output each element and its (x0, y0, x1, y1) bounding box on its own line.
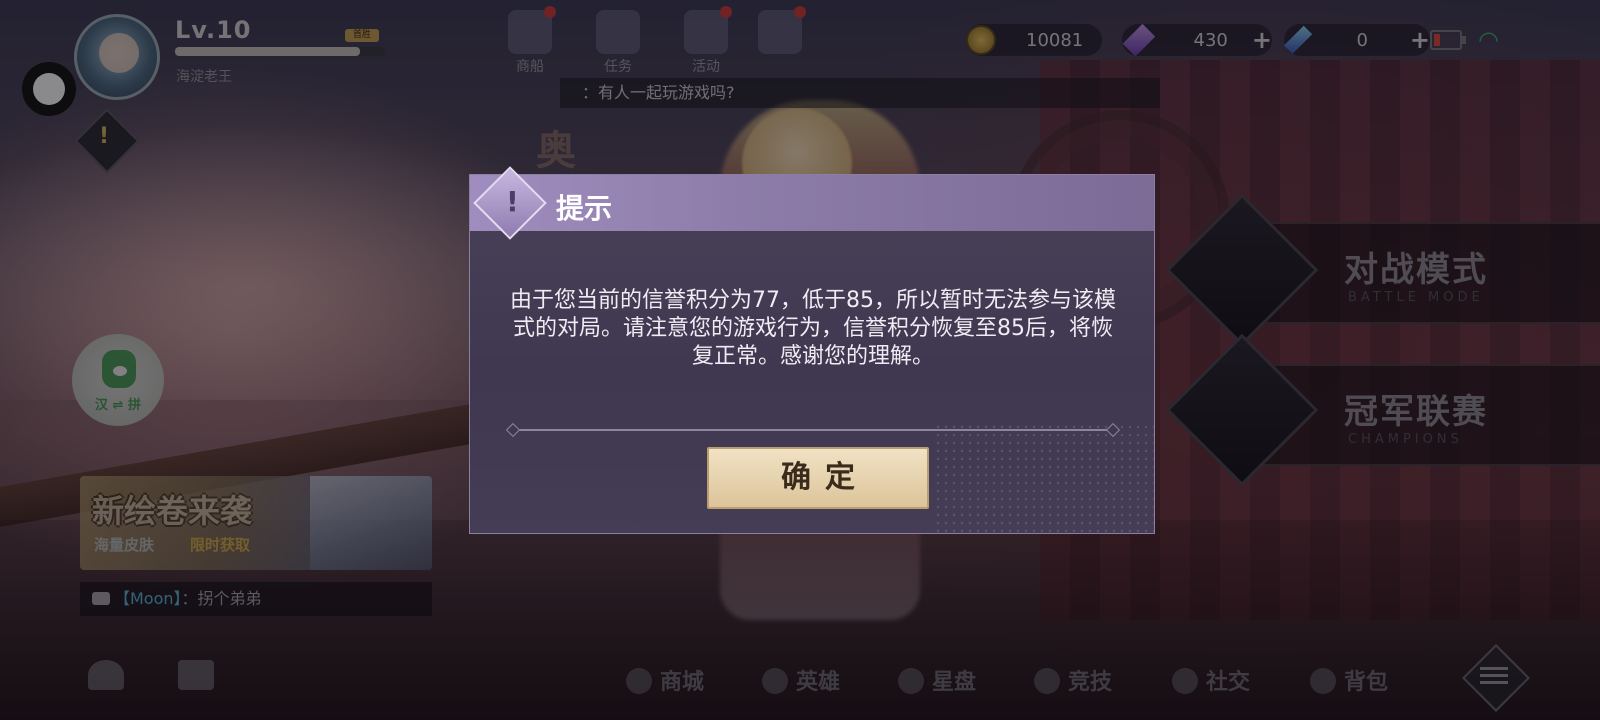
dialog-title: 提示 (556, 192, 613, 225)
dialog-message: 由于您当前的信誉积分为77，低于85，所以暂时无法参与该模式的对局。请注意您的游… (510, 288, 1116, 369)
alert-exclamation-icon: ! (506, 185, 519, 218)
confirm-button[interactable]: 确定 (707, 447, 929, 509)
dialog-divider (508, 429, 1118, 431)
notice-dialog: ! 提示 由于您当前的信誉积分为77，低于85，所以暂时无法参与该模式的对局。请… (469, 166, 1155, 534)
dialog-dot-pattern (934, 423, 1154, 533)
